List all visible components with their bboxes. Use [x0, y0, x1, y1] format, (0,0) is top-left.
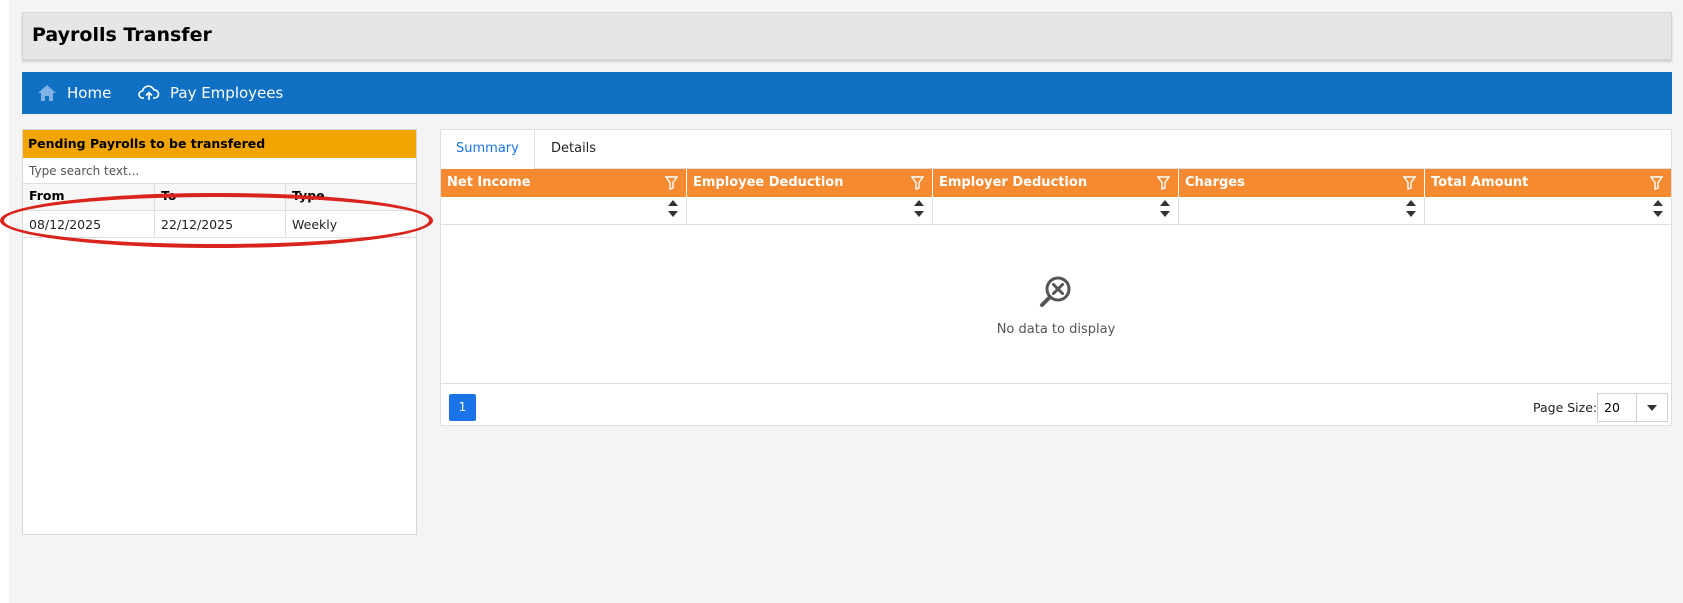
spin-up-icon[interactable] [1406, 200, 1416, 206]
spin-up-icon[interactable] [1160, 200, 1170, 206]
page-size-label: Page Size: [1533, 400, 1598, 415]
summary-grid-header: Net Income Employee Deduction Employer D… [441, 169, 1671, 197]
spin-down-icon[interactable] [1160, 211, 1170, 217]
tab-bar: Summary Details [441, 130, 1671, 169]
column-header-employee-deduction[interactable]: Employee Deduction [687, 169, 933, 197]
column-header-total-amount[interactable]: Total Amount [1425, 169, 1671, 197]
filter-input-employer-deduction[interactable] [933, 197, 1179, 224]
filter-input-total-amount[interactable] [1425, 197, 1671, 224]
column-header-employer-deduction[interactable]: Employer Deduction [933, 169, 1179, 197]
cloud-upload-icon [138, 85, 160, 100]
filter-icon[interactable] [911, 176, 924, 190]
spin-down-icon[interactable] [914, 211, 924, 217]
no-data-search-icon [1040, 276, 1071, 307]
spin-buttons[interactable] [1653, 200, 1663, 217]
pending-payrolls-header: Pending Payrolls to be transfered [23, 130, 416, 158]
nav-bar: Home Pay Employees [22, 72, 1672, 114]
nav-home-label: Home [67, 84, 112, 102]
nav-pay-employees-label: Pay Employees [170, 84, 284, 102]
spin-up-icon[interactable] [914, 200, 924, 206]
spin-down-icon[interactable] [1406, 211, 1416, 217]
pager: 1 Page Size: 20 [441, 384, 1671, 428]
filter-icon[interactable] [1650, 176, 1663, 190]
column-header-net-income[interactable]: Net Income [441, 169, 687, 197]
empty-state: No data to display [441, 225, 1671, 384]
column-label: Employer Deduction [939, 175, 1088, 190]
column-header-from[interactable]: From [23, 184, 155, 211]
spin-up-icon[interactable] [1653, 200, 1663, 206]
filter-input-employee-deduction[interactable] [687, 197, 933, 224]
pending-payrolls-panel: Pending Payrolls to be transfered Type s… [22, 129, 417, 535]
filter-icon[interactable] [1157, 176, 1170, 190]
filter-icon[interactable] [665, 176, 678, 190]
filter-row [441, 197, 1671, 225]
spin-down-icon[interactable] [1653, 211, 1663, 217]
nav-pay-employees-link[interactable]: Pay Employees [138, 72, 283, 114]
page-1-button[interactable]: 1 [449, 394, 476, 421]
page-size-value: 20 [1604, 400, 1620, 415]
empty-message: No data to display [996, 322, 1116, 337]
row-from: 08/12/2025 [23, 211, 155, 237]
tab-summary[interactable]: Summary [441, 130, 535, 169]
nav-home-link[interactable]: Home [37, 72, 111, 114]
row-type: Weekly [292, 217, 338, 232]
spin-down-icon[interactable] [668, 211, 678, 217]
home-icon [38, 85, 56, 101]
row-to: 22/12/2025 [155, 211, 286, 237]
page-title: Payrolls Transfer [32, 24, 212, 46]
dropdown-button[interactable] [1636, 394, 1667, 421]
spin-buttons[interactable] [914, 200, 924, 217]
search-input[interactable]: Type search text... [23, 158, 416, 184]
filter-icon[interactable] [1403, 176, 1416, 190]
column-label: Employee Deduction [693, 175, 844, 190]
column-label: Total Amount [1431, 175, 1529, 190]
column-label: Charges [1185, 175, 1245, 190]
spin-buttons[interactable] [1406, 200, 1416, 217]
table-row[interactable]: 08/12/2025 22/12/2025 Weekly [23, 211, 416, 238]
pending-grid-header: From To Type [23, 184, 416, 211]
spin-up-icon[interactable] [668, 200, 678, 206]
page-size-select[interactable]: 20 [1597, 393, 1668, 422]
summary-panel: Summary Details Net Income Employee Dedu… [440, 129, 1672, 426]
spin-buttons[interactable] [1160, 200, 1170, 217]
title-bar: Payrolls Transfer [22, 12, 1672, 60]
filter-input-net-income[interactable] [441, 197, 687, 224]
spin-buttons[interactable] [668, 200, 678, 217]
chevron-down-icon [1647, 404, 1657, 411]
column-label: Net Income [447, 175, 531, 190]
tab-details[interactable]: Details [536, 130, 611, 168]
column-header-charges[interactable]: Charges [1179, 169, 1425, 197]
column-header-type[interactable]: Type [286, 184, 416, 211]
column-header-to[interactable]: To [155, 184, 286, 211]
filter-input-charges[interactable] [1179, 197, 1425, 224]
